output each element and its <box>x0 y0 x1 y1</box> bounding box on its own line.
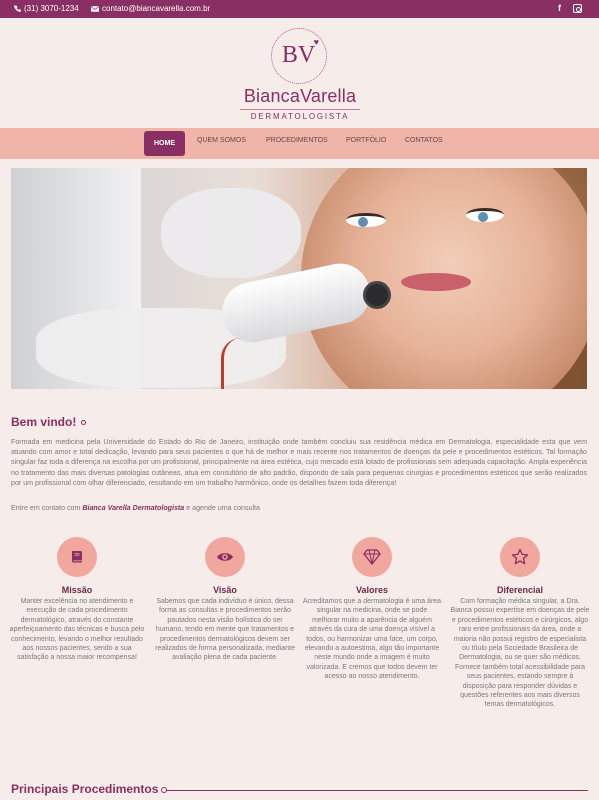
feature-diferencial: Diferencial Com formação médica singular… <box>450 537 590 710</box>
contact-name-link[interactable]: Bianca Varella Dermatologista <box>82 504 184 512</box>
logo[interactable]: BV ♥ <box>271 28 327 84</box>
top-bar: (31) 3070-1234 contato@biancavarella.com… <box>0 0 599 18</box>
brand-subtitle: DERMATOLOGISTA <box>240 109 360 121</box>
feature-text: Acreditamos que a dermatologia é uma áre… <box>302 598 442 681</box>
nav-procedimentos[interactable]: PROCEDIMENTOS <box>266 137 328 144</box>
procedures-divider <box>163 790 588 791</box>
feature-text: Sabemos que cada indivíduo é único, dess… <box>155 598 295 662</box>
feature-text: Manter excelência no atendimento e execu… <box>9 598 145 662</box>
hero-cable <box>221 338 251 389</box>
feature-missao: Missão Manter excelência no atendimento … <box>7 537 147 663</box>
hero-device-tip <box>363 281 391 309</box>
instagram-icon[interactable] <box>573 4 582 13</box>
feature-visao: Visão Sabemos que cada indivíduo é único… <box>155 537 295 663</box>
welcome-text: Formada em medicina pela Universidade do… <box>11 438 587 487</box>
phone-contact[interactable]: (31) 3070-1234 <box>14 4 79 13</box>
hero-eye-right <box>466 208 504 222</box>
phone-icon <box>14 5 21 12</box>
book-icon <box>57 537 97 577</box>
hero-glove-upper <box>161 188 301 278</box>
nav-quem-somos[interactable]: QUEM SOMOS <box>197 137 246 144</box>
phone-number: (31) 3070-1234 <box>24 4 79 13</box>
feature-text: Com formação médica singular, a Dra. Bia… <box>450 598 590 709</box>
circle-icon <box>81 419 87 425</box>
main-nav: HOME QUEM SOMOS PROCEDIMENTOS PORTFÓLIO … <box>0 128 599 159</box>
welcome-contact: Entre em contato com Bianca Varella Derm… <box>11 504 260 512</box>
hero-eye-left <box>346 213 386 227</box>
envelope-icon <box>91 5 99 12</box>
diamond-icon <box>352 537 392 577</box>
feature-title: Missão <box>61 585 93 595</box>
welcome-title-text: Bem vindo! <box>11 415 77 429</box>
brand-name: BiancaVarella <box>243 86 357 106</box>
facebook-icon[interactable]: f <box>558 3 561 13</box>
contact-suffix: e agende uma consulta <box>184 504 260 512</box>
eye-icon <box>205 537 245 577</box>
feature-valores: Valores Acreditamos que a dermatologia é… <box>302 537 442 682</box>
email-address: contato@biancavarella.com.br <box>102 4 211 13</box>
feature-title: Visão <box>213 585 237 595</box>
nav-contatos[interactable]: CONTATOS <box>405 137 443 144</box>
contact-prefix: Entre em contato com <box>11 504 83 512</box>
feature-title: Diferencial <box>496 585 544 595</box>
features-section: Missão Manter excelência no atendimento … <box>0 537 599 757</box>
nav-portfolio[interactable]: PORTFÓLIO <box>346 137 386 144</box>
circle-icon <box>161 787 167 793</box>
heart-icon: ♥ <box>313 37 319 47</box>
star-icon <box>500 537 540 577</box>
procedures-title: Principais Procedimentos <box>11 782 159 796</box>
feature-title: Valores <box>355 585 389 595</box>
welcome-title: Bem vindo! <box>11 415 87 429</box>
hero-image <box>11 168 587 389</box>
nav-home[interactable]: HOME <box>144 131 185 156</box>
email-contact[interactable]: contato@biancavarella.com.br <box>91 4 210 13</box>
hero-lips <box>401 273 471 291</box>
